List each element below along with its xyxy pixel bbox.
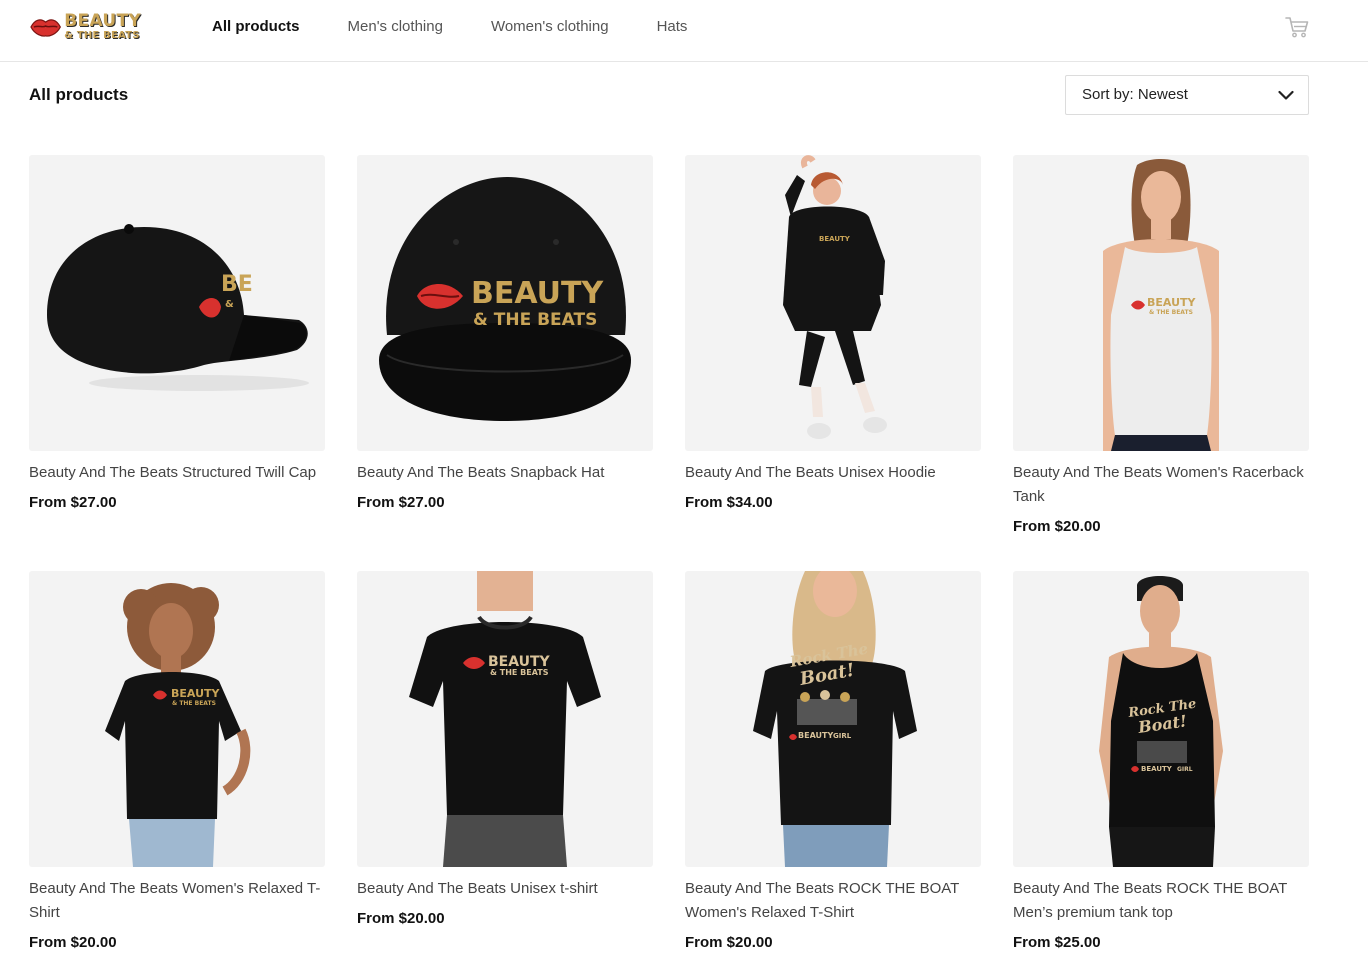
product-name[interactable]: Beauty And The Beats ROCK THE BOAT Men’s… xyxy=(1013,877,1309,925)
product-name[interactable]: Beauty And The Beats ROCK THE BOAT Women… xyxy=(685,877,981,925)
nav-womens-clothing[interactable]: Women's clothing xyxy=(491,17,609,37)
svg-text:BEAUTY: BEAUTY xyxy=(798,731,833,740)
nav-hats[interactable]: Hats xyxy=(657,17,688,37)
svg-text:BE: BE xyxy=(221,272,253,297)
product-name[interactable]: Beauty And The Beats Unisex Hoodie xyxy=(685,461,981,485)
product-price: From $20.00 xyxy=(1013,518,1101,535)
nav-mens-clothing[interactable]: Men's clothing xyxy=(348,17,443,37)
product-card[interactable]: BEAUTY & THE BEATS Beauty And The Beats … xyxy=(1013,155,1309,537)
product-price: From $34.00 xyxy=(685,494,773,511)
svg-text:BEAUTY: BEAUTY xyxy=(471,276,604,311)
product-price: From $20.00 xyxy=(29,934,117,951)
product-name[interactable]: Beauty And The Beats Unisex t-shirt xyxy=(357,877,653,901)
sort-dropdown[interactable]: Sort by: Newest xyxy=(1065,75,1309,115)
page-title: All products xyxy=(29,85,129,104)
product-price: From $25.00 xyxy=(1013,934,1101,951)
nav-all-products[interactable]: All products xyxy=(212,17,300,37)
product-image-woman-white-tank[interactable]: BEAUTY & THE BEATS xyxy=(1013,155,1309,451)
product-card[interactable]: Rock The Boat! BEAUTY GIRL Beauty And Th… xyxy=(1013,571,1309,953)
product-image-woman-rock-the-boat-tshirt[interactable]: Rock The Boat! BEAUTY GIRL xyxy=(685,571,981,867)
product-image-woman-black-tshirt[interactable]: BEAUTY & THE BEATS xyxy=(29,571,325,867)
site-header: BEAUTY & THE BEATS All products Men's cl… xyxy=(0,0,1368,62)
product-image-black-cap-side[interactable]: BE & xyxy=(29,155,325,451)
product-image-man-black-tshirt[interactable]: BEAUTY & THE BEATS xyxy=(357,571,653,867)
product-name[interactable]: Beauty And The Beats Structured Twill Ca… xyxy=(29,461,325,485)
svg-text:&: & xyxy=(225,299,234,310)
product-name[interactable]: Beauty And The Beats Women's Racerback T… xyxy=(1013,461,1309,509)
product-name[interactable]: Beauty And The Beats Women's Relaxed T-S… xyxy=(29,877,325,925)
product-card[interactable]: BEAUTY & THE BEATS Beauty And The Beats … xyxy=(29,571,325,953)
lips-icon xyxy=(30,19,61,37)
svg-text:& THE BEATS: & THE BEATS xyxy=(473,310,597,330)
svg-text:BEAUTY: BEAUTY xyxy=(1147,296,1197,309)
product-card[interactable]: BEAUTY Beauty And The Beats Unisex Hoodi… xyxy=(685,155,981,513)
brand-name-line1: BEAUTY xyxy=(64,11,141,31)
brand-name-line2: & THE BEATS xyxy=(64,30,140,41)
svg-text:BEAUTY: BEAUTY xyxy=(171,687,221,700)
chevron-down-icon xyxy=(1278,90,1294,100)
sort-label: Sort by: Newest xyxy=(1082,86,1188,103)
product-image-woman-black-hoodie[interactable]: BEAUTY xyxy=(685,155,981,451)
svg-text:& THE BEATS: & THE BEATS xyxy=(1149,309,1193,316)
svg-text:& THE BEATS: & THE BEATS xyxy=(490,668,549,677)
product-name[interactable]: Beauty And The Beats Snapback Hat xyxy=(357,461,653,485)
product-card[interactable]: BEAUTY & THE BEATS Beauty And The Beats … xyxy=(357,155,653,513)
svg-text:& THE BEATS: & THE BEATS xyxy=(172,700,216,707)
product-card[interactable]: BEAUTY & THE BEATS Beauty And The Beats … xyxy=(357,571,653,929)
product-card[interactable]: Rock The Boat! BEAUTY GIRL Beauty And Th… xyxy=(685,571,981,953)
svg-text:GIRL: GIRL xyxy=(1177,766,1193,773)
product-price: From $20.00 xyxy=(357,910,445,927)
product-image-black-snapback-front[interactable]: BEAUTY & THE BEATS xyxy=(357,155,653,451)
product-price: From $20.00 xyxy=(685,934,773,951)
svg-text:BEAUTY: BEAUTY xyxy=(1141,765,1173,773)
product-card[interactable]: BE & Beauty And The Beats Structured Twi… xyxy=(29,155,325,513)
product-price: From $27.00 xyxy=(29,494,117,511)
svg-text:BEAUTY: BEAUTY xyxy=(819,235,851,243)
product-price: From $27.00 xyxy=(357,494,445,511)
svg-text:GIRL: GIRL xyxy=(833,732,852,740)
cart-icon[interactable] xyxy=(1284,15,1310,39)
product-image-man-rock-the-boat-tank[interactable]: Rock The Boat! BEAUTY GIRL xyxy=(1013,571,1309,867)
brand-logo[interactable]: BEAUTY & THE BEATS xyxy=(29,11,141,43)
main-nav: All products Men's clothing Women's clot… xyxy=(212,17,735,37)
